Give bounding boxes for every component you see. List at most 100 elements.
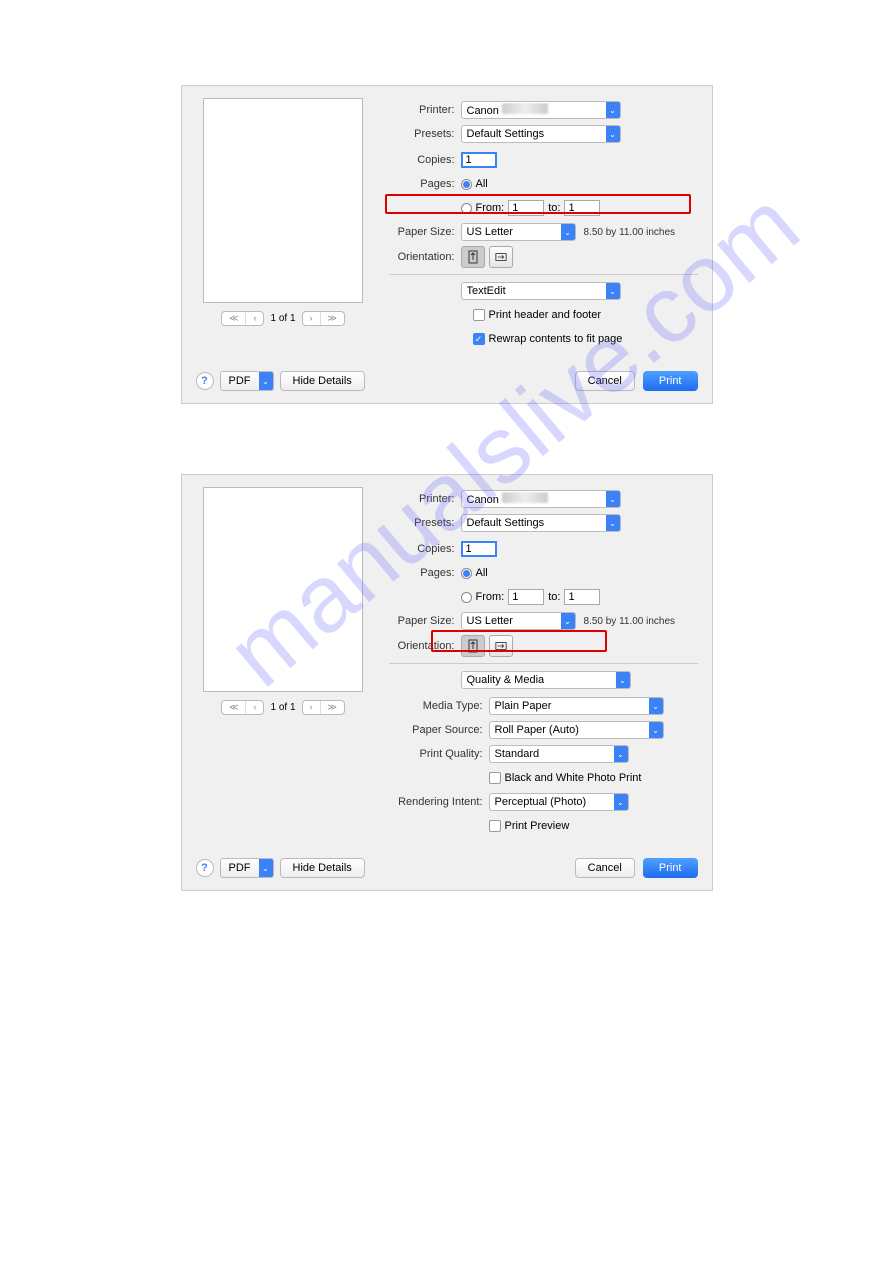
printer-label: Printer: xyxy=(389,104,461,116)
last-page-icon[interactable]: ≫ xyxy=(320,701,344,714)
cancel-button[interactable]: Cancel xyxy=(575,858,635,878)
print-preview-checkbox[interactable] xyxy=(489,820,501,832)
preview-next-group[interactable]: ›≫ xyxy=(302,311,345,326)
print-dialog-2: ≪‹ 1 of 1 ›≫ Printer: Canon ⌄ Presets: xyxy=(181,474,713,891)
papersize-select[interactable]: US Letter ⌄ xyxy=(461,223,576,241)
chevron-down-icon: ⌄ xyxy=(259,372,273,390)
papersize-note: 8.50 by 11.00 inches xyxy=(584,227,676,238)
hide-details-button[interactable]: Hide Details xyxy=(280,858,365,878)
bw-photo-label: Black and White Photo Print xyxy=(505,772,642,784)
presets-select[interactable]: Default Settings ⌄ xyxy=(461,125,621,143)
chevron-down-icon: ⌄ xyxy=(614,794,628,810)
pages-to-label: to: xyxy=(548,591,560,603)
chevron-down-icon: ⌄ xyxy=(606,102,620,118)
rendering-label: Rendering Intent: xyxy=(389,796,489,808)
print-button[interactable]: Print xyxy=(643,858,698,878)
copies-input[interactable] xyxy=(461,152,497,168)
page-preview xyxy=(203,487,363,692)
pages-from-radio[interactable] xyxy=(461,203,472,214)
paper-source-label: Paper Source: xyxy=(389,724,489,736)
help-button[interactable]: ? xyxy=(196,372,214,390)
printer-label: Printer: xyxy=(389,493,461,505)
chevron-down-icon: ⌄ xyxy=(649,698,663,714)
papersize-note: 8.50 by 11.00 inches xyxy=(584,616,676,627)
chevron-down-icon: ⌄ xyxy=(561,613,575,629)
orientation-label: Orientation: xyxy=(389,640,461,652)
chevron-down-icon: ⌄ xyxy=(561,224,575,240)
presets-label: Presets: xyxy=(389,128,461,140)
print-header-label: Print header and footer xyxy=(489,309,602,321)
presets-select[interactable]: Default Settings ⌄ xyxy=(461,514,621,532)
chevron-down-icon: ⌄ xyxy=(606,515,620,531)
bw-photo-checkbox[interactable] xyxy=(489,772,501,784)
papersize-label: Paper Size: xyxy=(389,226,461,238)
copies-label: Copies: xyxy=(389,154,461,166)
hide-details-button[interactable]: Hide Details xyxy=(280,371,365,391)
cancel-button[interactable]: Cancel xyxy=(575,371,635,391)
pages-from-radio[interactable] xyxy=(461,592,472,603)
preview-prev-group[interactable]: ≪‹ xyxy=(221,311,264,326)
rewrap-label: Rewrap contents to fit page xyxy=(489,333,623,345)
orientation-label: Orientation: xyxy=(389,251,461,263)
papersize-select[interactable]: US Letter ⌄ xyxy=(461,612,576,630)
papersize-label: Paper Size: xyxy=(389,615,461,627)
orientation-landscape[interactable] xyxy=(489,635,513,657)
pages-label: Pages: xyxy=(389,178,461,190)
pages-from-input[interactable] xyxy=(508,200,544,216)
chevron-down-icon: ⌄ xyxy=(616,672,630,688)
page-indicator: 1 of 1 xyxy=(270,313,295,324)
media-type-select[interactable]: Plain Paper ⌄ xyxy=(489,697,664,715)
print-preview-label: Print Preview xyxy=(505,820,570,832)
media-type-label: Media Type: xyxy=(389,700,489,712)
print-button[interactable]: Print xyxy=(643,371,698,391)
section-select[interactable]: Quality & Media ⌄ xyxy=(461,671,631,689)
first-page-icon[interactable]: ≪ xyxy=(222,701,245,714)
orientation-portrait[interactable] xyxy=(461,246,485,268)
copies-label: Copies: xyxy=(389,543,461,555)
prev-page-icon[interactable]: ‹ xyxy=(245,701,263,714)
printer-select[interactable]: Canon ⌄ xyxy=(461,490,621,508)
page-indicator: 1 of 1 xyxy=(270,702,295,713)
print-header-checkbox[interactable] xyxy=(473,309,485,321)
pages-all-label: All xyxy=(476,178,488,190)
chevron-down-icon: ⌄ xyxy=(606,283,620,299)
paper-source-select[interactable]: Roll Paper (Auto) ⌄ xyxy=(489,721,664,739)
preview-next-group[interactable]: ›≫ xyxy=(302,700,345,715)
presets-label: Presets: xyxy=(389,517,461,529)
chevron-down-icon: ⌄ xyxy=(259,859,273,877)
pages-all-radio[interactable] xyxy=(461,179,472,190)
pages-from-label: From: xyxy=(476,591,505,603)
section-select[interactable]: TextEdit ⌄ xyxy=(461,282,621,300)
print-quality-select[interactable]: Standard ⌄ xyxy=(489,745,629,763)
last-page-icon[interactable]: ≫ xyxy=(320,312,344,325)
preview-prev-group[interactable]: ≪‹ xyxy=(221,700,264,715)
next-page-icon[interactable]: › xyxy=(303,312,320,325)
pages-to-input[interactable] xyxy=(564,200,600,216)
chevron-down-icon: ⌄ xyxy=(649,722,663,738)
chevron-down-icon: ⌄ xyxy=(606,126,620,142)
print-quality-label: Print Quality: xyxy=(389,748,489,760)
pages-all-radio[interactable] xyxy=(461,568,472,579)
chevron-down-icon: ⌄ xyxy=(614,746,628,762)
next-page-icon[interactable]: › xyxy=(303,701,320,714)
chevron-down-icon: ⌄ xyxy=(606,491,620,507)
pdf-menu-button[interactable]: PDF ⌄ xyxy=(220,858,274,878)
rewrap-checkbox[interactable] xyxy=(473,333,485,345)
orientation-landscape[interactable] xyxy=(489,246,513,268)
pages-from-label: From: xyxy=(476,202,505,214)
pages-all-label: All xyxy=(476,567,488,579)
pages-from-input[interactable] xyxy=(508,589,544,605)
copies-input[interactable] xyxy=(461,541,497,557)
rendering-select[interactable]: Perceptual (Photo) ⌄ xyxy=(489,793,629,811)
first-page-icon[interactable]: ≪ xyxy=(222,312,245,325)
printer-select[interactable]: Canon ⌄ xyxy=(461,101,621,119)
prev-page-icon[interactable]: ‹ xyxy=(245,312,263,325)
help-button[interactable]: ? xyxy=(196,859,214,877)
pages-label: Pages: xyxy=(389,567,461,579)
pages-to-input[interactable] xyxy=(564,589,600,605)
pdf-menu-button[interactable]: PDF ⌄ xyxy=(220,371,274,391)
orientation-portrait[interactable] xyxy=(461,635,485,657)
print-dialog-1: ≪‹ 1 of 1 ›≫ Printer: Canon ⌄ Presets: xyxy=(181,85,713,404)
page-preview xyxy=(203,98,363,303)
pages-to-label: to: xyxy=(548,202,560,214)
